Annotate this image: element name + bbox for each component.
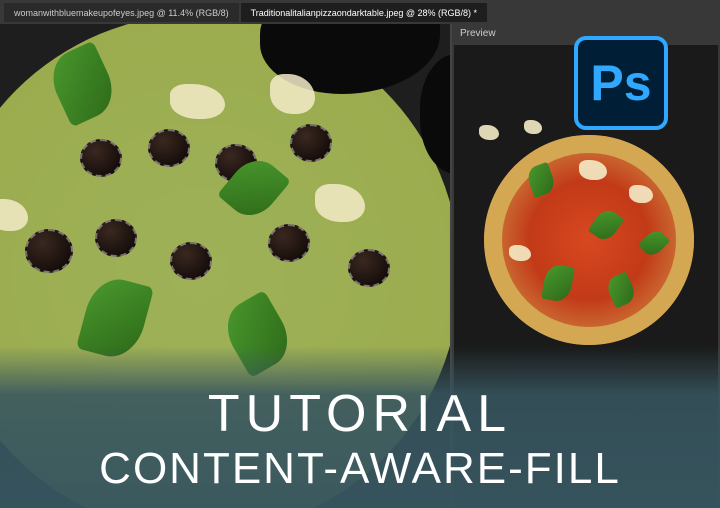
olive-selection <box>80 139 122 177</box>
title-overlay: TUTORIAL CONTENT-AWARE-FILL <box>0 346 720 508</box>
document-tab-active[interactable]: Traditionalitalianpizzaondarktable.jpeg … <box>241 3 487 22</box>
cheese-piece <box>509 245 531 261</box>
olive-selection <box>170 242 212 280</box>
olive-selection <box>25 229 73 273</box>
cheese-piece <box>524 120 542 134</box>
document-tabs-bar: womanwithbluemakeupofeyes.jpeg @ 11.4% (… <box>0 0 720 24</box>
cheese-piece <box>629 185 653 203</box>
olive-selection <box>268 224 310 262</box>
tutorial-subtitle: CONTENT-AWARE-FILL <box>99 444 621 494</box>
olive-selection <box>148 129 190 167</box>
preview-content-image <box>464 115 714 365</box>
olive-selection <box>95 219 137 257</box>
cheese-piece <box>479 125 499 140</box>
olive-selection <box>290 124 332 162</box>
document-tab[interactable]: womanwithbluemakeupofeyes.jpeg @ 11.4% (… <box>4 3 239 22</box>
photoshop-logo-icon: Ps <box>574 36 668 130</box>
tutorial-title: TUTORIAL <box>208 384 512 444</box>
olive-selection <box>348 249 390 287</box>
